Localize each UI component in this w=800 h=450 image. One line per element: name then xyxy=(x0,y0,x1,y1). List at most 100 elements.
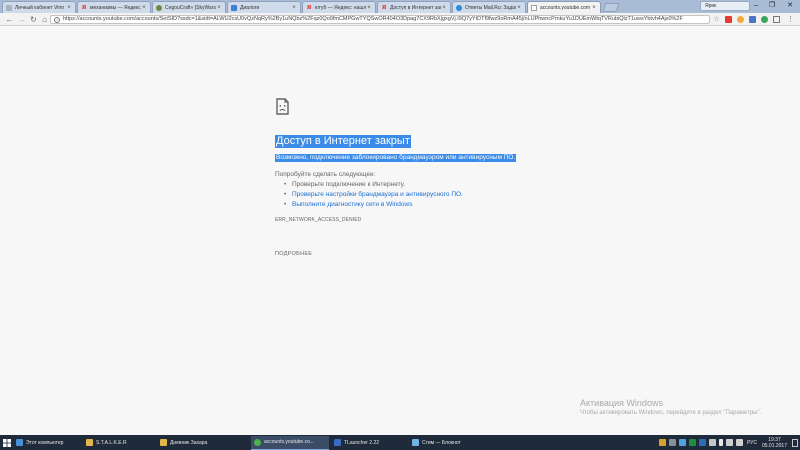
tray-app-icon[interactable] xyxy=(668,439,676,446)
page-content: Доступ в Интернет закрыт Возможно, подкл… xyxy=(0,27,800,435)
tab-title: CegouCraft» [SkyWars] xyxy=(165,4,216,11)
game-icon xyxy=(156,4,162,11)
sad-page-icon xyxy=(276,98,289,115)
close-icon[interactable]: × xyxy=(516,5,522,11)
clock[interactable]: 19:37 05.01.2017 xyxy=(762,437,787,449)
firewall-settings-link[interactable]: Проверьте настройки брандмауэра и антиви… xyxy=(292,191,463,198)
tab-youtube-search[interactable]: Я ютуб — Яндекс: нашлос × xyxy=(302,1,376,13)
close-icon[interactable]: × xyxy=(441,5,447,11)
yandex-icon: Я xyxy=(306,4,312,11)
tab-title: Ответы Mail.Ru: Задать xyxy=(465,4,516,11)
tray-app-icon[interactable] xyxy=(708,439,716,446)
tab-cegoucraft[interactable]: CegouCraft» [SkyWars] × xyxy=(152,1,226,13)
yandex-icon: Я xyxy=(381,4,387,11)
computer-icon xyxy=(16,439,23,446)
tab-personal-cabinet[interactable]: Личный кабинет Vimr × xyxy=(2,1,76,13)
taskbar-item-stalker[interactable]: S.T.A.L.K.E.R xyxy=(83,436,155,450)
taskbar-item-label: S.T.A.L.K.E.R xyxy=(96,439,127,446)
tray-app-icon[interactable] xyxy=(698,439,706,446)
close-icon[interactable]: × xyxy=(291,5,297,11)
system-tray: РУС 19:37 05.01.2017 xyxy=(656,435,798,450)
tab-title: accounts.youtube.com xyxy=(540,4,591,11)
taskbar-item-label: TLauncher 2.22 xyxy=(344,439,380,446)
close-icon[interactable]: × xyxy=(591,5,597,11)
notifications-icon[interactable] xyxy=(792,438,798,447)
chrome-icon xyxy=(254,438,261,446)
bookmark-star-icon[interactable]: ☆ xyxy=(712,15,721,24)
windows-start-icon[interactable] xyxy=(0,435,13,450)
tab-title: механизмы — Яндекс xyxy=(90,4,141,11)
list-item: Проверьте настройки брандмауэра и антиви… xyxy=(284,190,463,200)
taskbar-item-label: accounts.youtube.co... xyxy=(264,439,315,445)
tab-title: Диалоги xyxy=(240,4,260,11)
url-text: https://accounts.youtube.com/accounts/Se… xyxy=(63,16,683,22)
taskbar-item-chrome[interactable]: accounts.youtube.co... xyxy=(251,435,329,450)
forward-arrow-icon[interactable]: → xyxy=(16,14,27,25)
folder-icon xyxy=(160,439,167,446)
address-bar[interactable]: i https://accounts.youtube.com/accounts/… xyxy=(50,15,710,24)
error-summary: Возможно, подключение заблокировано бран… xyxy=(275,154,517,162)
taskbar-item-notepad[interactable]: Стим — Блокнот xyxy=(409,436,489,450)
taskbar-item-this-pc[interactable]: Этот компьютер xyxy=(13,436,81,450)
home-icon[interactable]: ⌂ xyxy=(39,14,50,25)
language-indicator[interactable]: РУС xyxy=(747,440,757,446)
suggestion-text: Проверьте подключение к Интернету. xyxy=(292,181,406,188)
tab-dialogs[interactable]: Диалоги × xyxy=(227,1,301,13)
tab-strip: Личный кабинет Vimr × Я механизмы — Янде… xyxy=(0,0,800,13)
show-hidden-icons-icon[interactable] xyxy=(718,439,723,446)
page-title: Доступ в Интернет закрыт xyxy=(275,135,411,148)
back-arrow-icon[interactable]: ← xyxy=(4,14,15,25)
taskbar-item-label: Этот компьютер xyxy=(26,439,64,446)
list-item: Проверьте подключение к Интернету. xyxy=(284,180,463,190)
browser-toolbar: ← → ↻ ⌂ i https://accounts.youtube.com/a… xyxy=(0,13,800,26)
tab-accounts-youtube[interactable]: accounts.youtube.com × xyxy=(527,1,601,13)
folder-icon xyxy=(86,439,93,446)
tlauncher-icon xyxy=(334,439,341,446)
close-icon[interactable]: × xyxy=(66,5,72,11)
maximize-icon[interactable]: ❐ xyxy=(764,0,780,12)
tab-access-denied-search[interactable]: Я Доступ в Интернет зак × xyxy=(377,1,451,13)
extension-icon[interactable] xyxy=(760,15,769,24)
network-icon[interactable] xyxy=(725,439,733,446)
tab-title: Личный кабинет Vimr xyxy=(15,4,65,11)
mail-icon xyxy=(456,4,462,11)
taskbar-item-label: Стим — Блокнот xyxy=(422,439,461,446)
volume-icon[interactable] xyxy=(735,439,743,446)
blank-page-icon xyxy=(531,4,537,11)
extension-icon[interactable] xyxy=(772,15,781,24)
extension-icon[interactable] xyxy=(748,15,757,24)
details-button[interactable]: ПОДРОБНЕЕ xyxy=(275,251,312,258)
tab-mail-answers[interactable]: Ответы Mail.Ru: Задать × xyxy=(452,1,526,13)
tab-mechanisms-search[interactable]: Я механизмы — Яндекс × xyxy=(77,1,151,13)
minimize-icon[interactable]: – xyxy=(748,0,764,12)
tray-app-icon[interactable] xyxy=(688,439,696,446)
info-icon[interactable]: i xyxy=(54,16,60,23)
taskbar: Этот компьютер S.T.A.L.K.E.R Дневник Зах… xyxy=(0,435,800,450)
activation-title: Активация Windows xyxy=(580,398,663,408)
suggestions-heading: Попробуйте сделать следующее: xyxy=(275,171,376,178)
menu-icon[interactable]: ⋮ xyxy=(786,15,795,24)
taskbar-item-zakhar-diary[interactable]: Дневник Захара xyxy=(157,436,249,450)
taskbar-item-tlauncher[interactable]: TLauncher 2.22 xyxy=(331,436,407,450)
tab-title: ютуб — Яндекс: нашлос xyxy=(315,4,366,11)
reload-icon[interactable]: ↻ xyxy=(28,14,39,25)
network-diagnostics-link[interactable]: Выполните диагностику сети в Windows xyxy=(292,201,412,208)
error-code: ERR_NETWORK_ACCESS_DENIED xyxy=(275,217,362,223)
new-tab-button[interactable] xyxy=(602,3,620,12)
list-item: Выполните диагностику сети в Windows xyxy=(284,200,463,210)
suggestions-list: Проверьте подключение к Интернету. Прове… xyxy=(284,180,463,210)
close-window-icon[interactable]: ✕ xyxy=(780,0,800,12)
tab-title: Доступ в Интернет зак xyxy=(390,4,441,11)
clock-date: 05.01.2017 xyxy=(761,442,787,449)
tray-app-icon[interactable] xyxy=(658,439,666,446)
profile-button[interactable]: Ярик xyxy=(700,1,750,11)
activation-subtitle: Чтобы активировать Windows, перейдите в … xyxy=(580,410,762,416)
window-controls: – ❐ ✕ xyxy=(748,0,800,12)
extension-icon[interactable] xyxy=(736,15,745,24)
extension-icon[interactable] xyxy=(724,15,733,24)
tray-app-icon[interactable] xyxy=(678,439,686,446)
close-icon[interactable]: × xyxy=(216,5,222,11)
close-icon[interactable]: × xyxy=(141,5,147,11)
taskbar-item-label: Дневник Захара xyxy=(170,439,208,446)
close-icon[interactable]: × xyxy=(366,5,372,11)
